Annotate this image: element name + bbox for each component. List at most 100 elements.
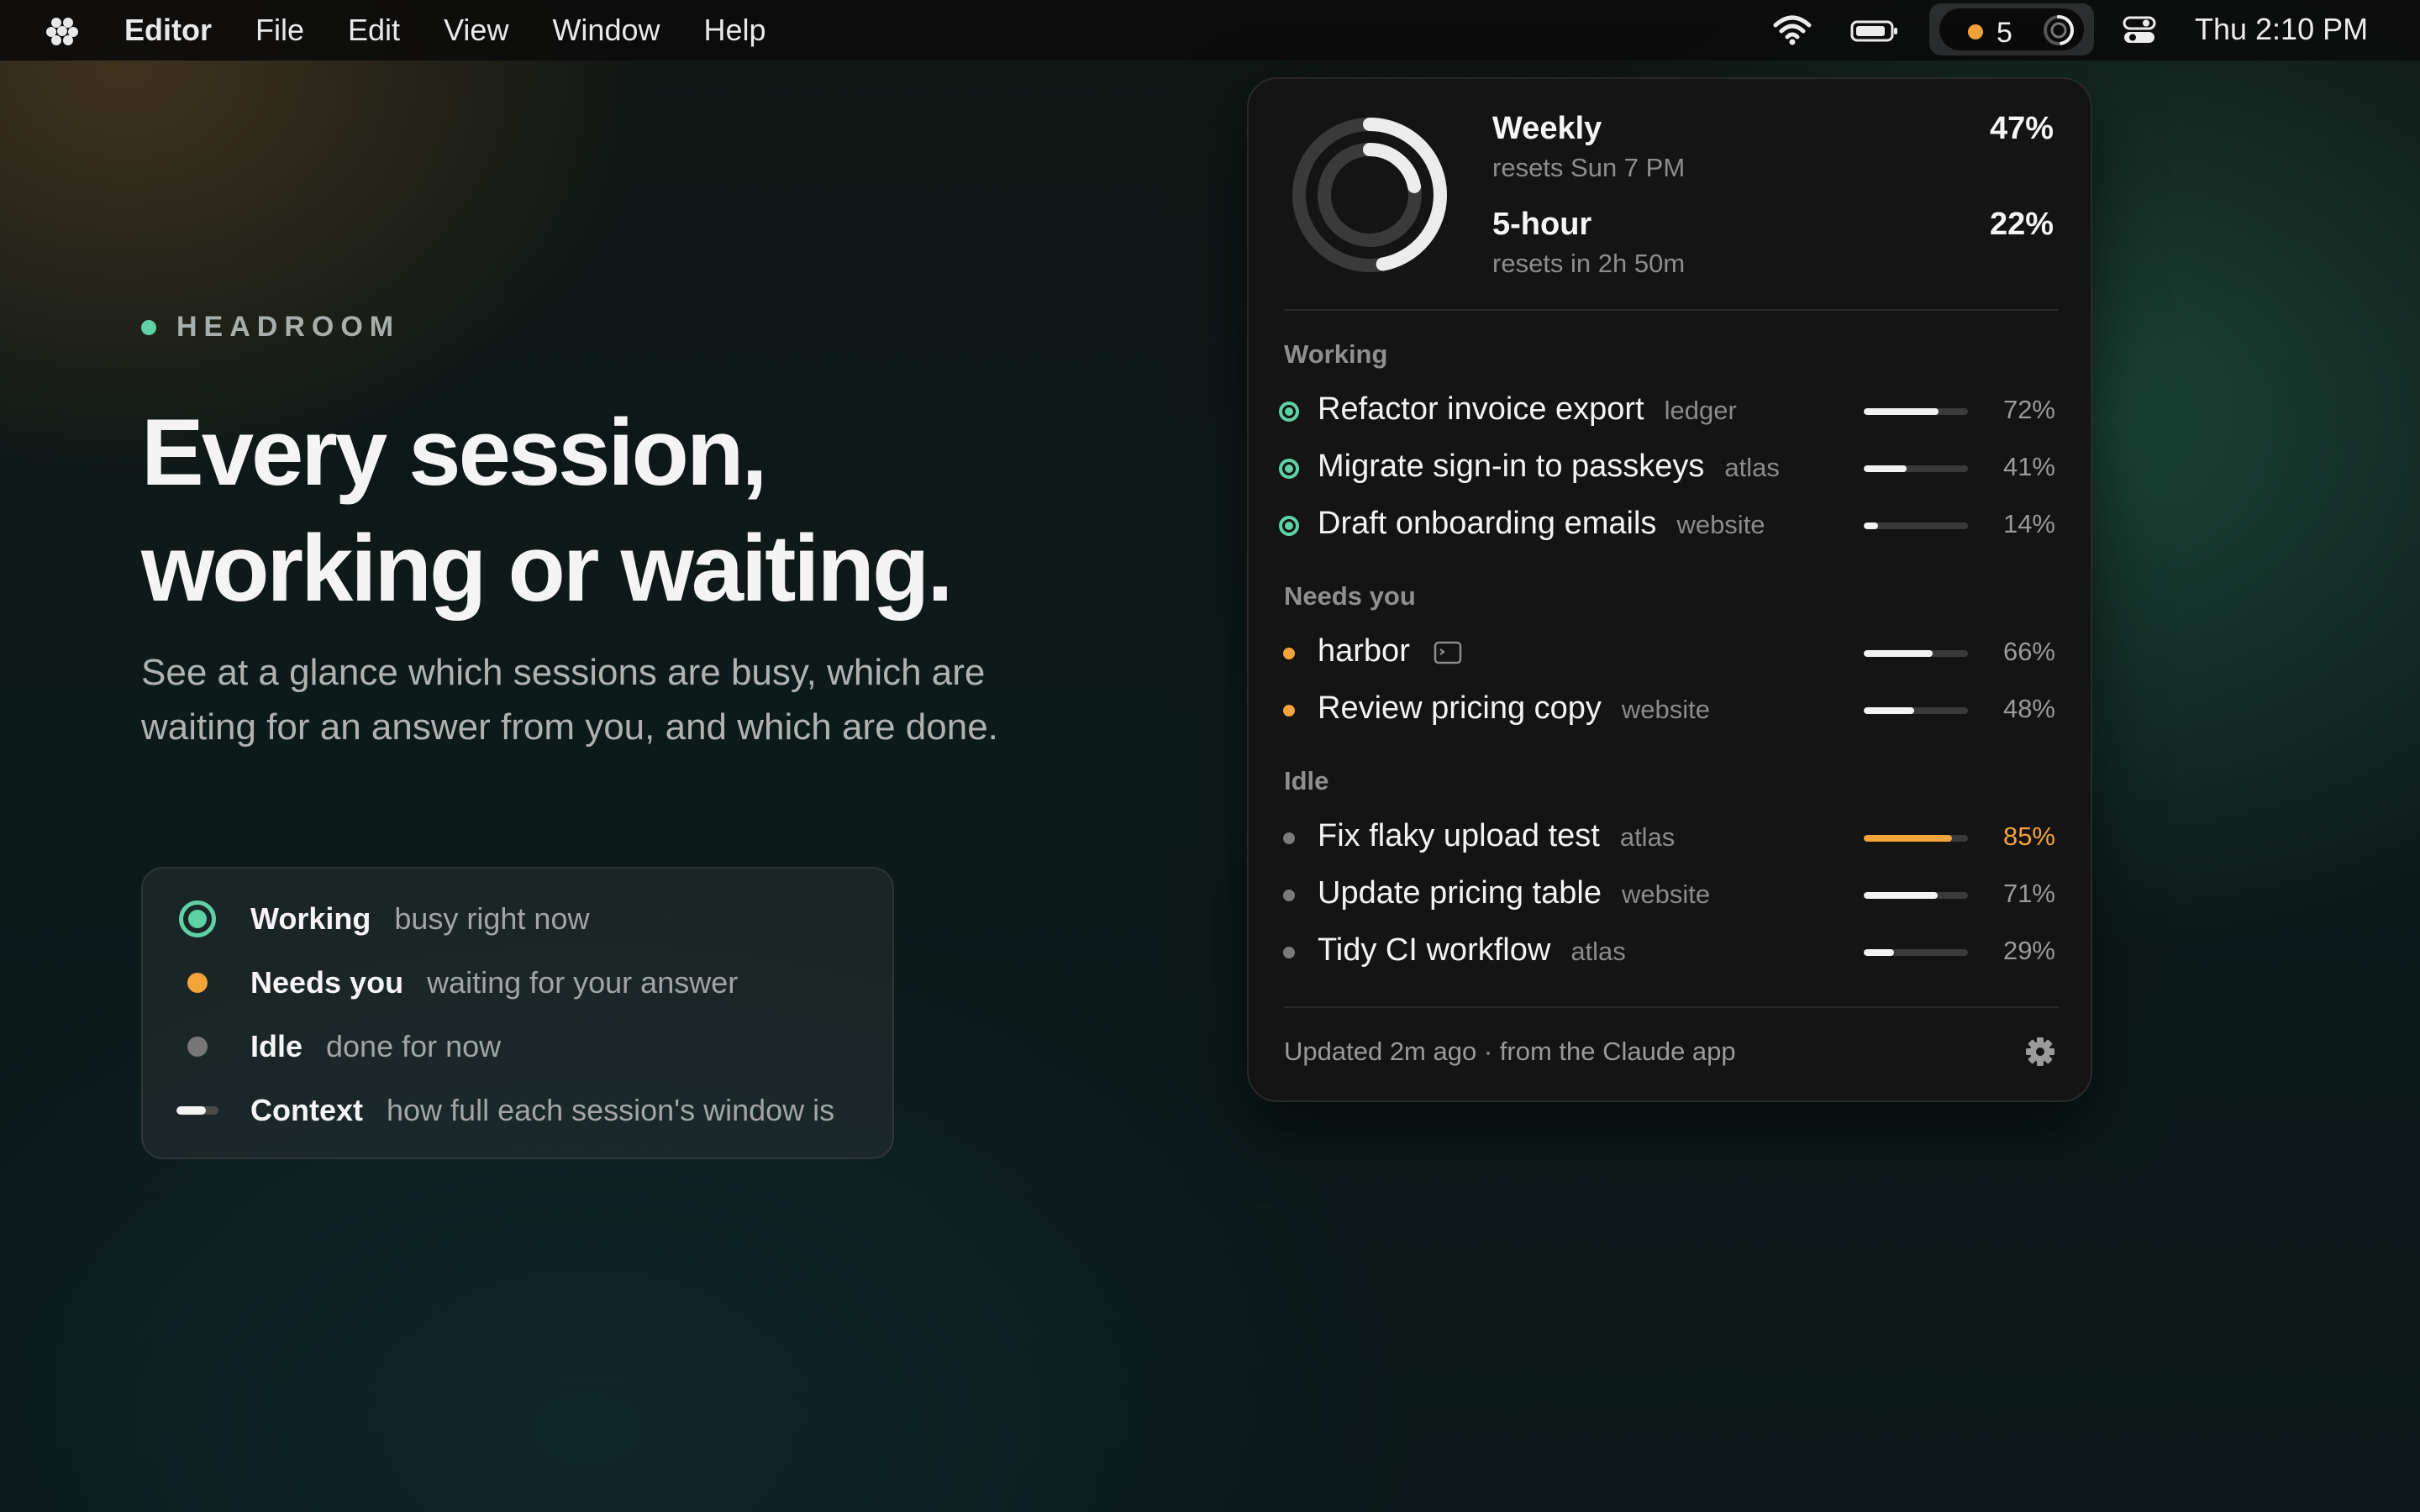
- section-title-needs: Needs you: [1284, 581, 1416, 611]
- eyebrow: HEADROOM: [141, 311, 400, 344]
- working-ring-icon: [1274, 511, 1304, 541]
- session-row[interactable]: Update pricing table website 71%: [1274, 869, 2064, 919]
- needs-you-dot-icon: [1274, 696, 1304, 726]
- session-row[interactable]: Draft onboarding emails website 14%: [1274, 499, 2064, 549]
- eyebrow-label: HEADROOM: [176, 311, 401, 343]
- menu-help[interactable]: Help: [704, 13, 766, 48]
- section-title-idle: Idle: [1284, 766, 1329, 795]
- context-bar-fill: [1864, 522, 1879, 529]
- context-bar: [1864, 707, 1968, 714]
- session-row[interactable]: Fix flaky upload test atlas 85%: [1274, 811, 2064, 862]
- session-title-group: Migrate sign-in to passkeys atlas: [1318, 449, 1780, 485]
- menu-edit[interactable]: Edit: [348, 13, 400, 48]
- needs-you-dot-icon: [1968, 24, 1983, 39]
- app-logo-icon[interactable]: [45, 15, 79, 45]
- session-project-tag: website: [1676, 510, 1765, 539]
- idle-dot-icon: [1274, 823, 1304, 853]
- legend-row-idle: Idle done for now: [176, 1021, 501, 1072]
- needs-you-dot-icon: [1274, 638, 1304, 669]
- session-title: Refactor invoice export: [1318, 391, 1644, 427]
- footer-updated: Updated 2m ago · from the Claude app: [1284, 1037, 1736, 1066]
- headroom-status-item[interactable]: 5: [1929, 3, 2094, 55]
- gear-icon[interactable]: [2023, 1035, 2057, 1068]
- session-row[interactable]: Refactor invoice export ledger 72%: [1274, 385, 2064, 435]
- headline: Every session, working or waiting.: [141, 395, 1150, 627]
- context-percent: 48%: [2002, 694, 2055, 723]
- menu-window[interactable]: Window: [552, 13, 660, 48]
- session-row[interactable]: Review pricing copy website 48%: [1274, 684, 2064, 734]
- session-title-group: Review pricing copy website: [1318, 690, 1710, 727]
- context-percent: 85%: [2002, 822, 2055, 851]
- control-center-icon[interactable]: [2123, 15, 2156, 45]
- legend-desc: how full each session's window is: [387, 1093, 835, 1127]
- legend-key: Context: [250, 1093, 363, 1127]
- headline-line-2: working or waiting.: [141, 516, 953, 621]
- menu-app-name[interactable]: Editor: [124, 13, 212, 48]
- usage-popover: Weekly resets Sun 7 PM 47% 5-hour resets…: [1247, 77, 2092, 1102]
- context-percent: 14%: [2002, 509, 2055, 538]
- context-percent: 72%: [2002, 395, 2055, 424]
- context-bar: [1864, 949, 1968, 956]
- session-row[interactable]: Migrate sign-in to passkeys atlas 41%: [1274, 442, 2064, 492]
- menu-view[interactable]: View: [444, 13, 508, 48]
- working-ring-icon: [176, 900, 218, 937]
- headline-line-1: Every session,: [141, 400, 767, 505]
- menu-items: Editor File Edit View Window Help: [124, 0, 810, 60]
- status-count: 5: [1996, 17, 2012, 49]
- context-percent: 66%: [2002, 637, 2055, 666]
- idle-dot-icon: [176, 1037, 218, 1057]
- session-title: Review pricing copy: [1318, 690, 1602, 726]
- context-percent: 71%: [2002, 879, 2055, 908]
- limit-5hour-reset: resets in 2h 50m: [1492, 249, 1686, 278]
- limit-weekly-name: Weekly: [1492, 111, 1602, 146]
- legend-desc: busy right now: [394, 901, 590, 936]
- session-project-tag: website: [1621, 695, 1711, 724]
- menu-file[interactable]: File: [255, 13, 304, 48]
- limit-weekly-pct: 47%: [1989, 111, 2054, 146]
- session-project-tag: atlas: [1724, 453, 1780, 482]
- divider: [1284, 1006, 2059, 1008]
- menu-clock[interactable]: Thu 2:10 PM: [2195, 12, 2368, 47]
- battery-icon[interactable]: [1850, 20, 1899, 42]
- status-item-inner: 5: [1939, 8, 2084, 50]
- context-bar: [1864, 408, 1968, 415]
- context-bar-fill: [1864, 650, 1933, 657]
- idle-dot-icon: [1274, 937, 1304, 968]
- wifi-icon[interactable]: [1773, 13, 1812, 47]
- context-percent: 29%: [2002, 936, 2055, 965]
- menu-bar: Editor File Edit View Window Help 5 Thu …: [0, 0, 2420, 60]
- idle-dot-icon: [1274, 880, 1304, 911]
- legend-key: Idle: [250, 1029, 303, 1063]
- session-project-tag: atlas: [1619, 822, 1676, 852]
- session-title-group: Refactor invoice export ledger: [1318, 391, 1737, 428]
- usage-ring-icon: [2044, 15, 2074, 45]
- context-bar-fill: [1864, 835, 1953, 842]
- status-legend: Working busy right now Needs you waiting…: [141, 867, 894, 1159]
- legend-row-context: Context how full each session's window i…: [176, 1085, 834, 1136]
- legend-key: Needs you: [250, 965, 404, 1000]
- terminal-icon: [1434, 641, 1462, 664]
- session-project-tag: website: [1622, 879, 1711, 909]
- working-ring-icon: [1274, 396, 1304, 427]
- needs-you-dot-icon: [176, 973, 218, 993]
- session-row[interactable]: Tidy CI workflow atlas 29%: [1274, 926, 2064, 976]
- session-title: Migrate sign-in to passkeys: [1318, 449, 1705, 484]
- limit-5hour-pct: 22%: [1989, 207, 2054, 242]
- context-bar: [1864, 835, 1968, 842]
- session-row[interactable]: harbor 66%: [1274, 627, 2064, 677]
- legend-desc: done for now: [326, 1029, 502, 1063]
- session-title: Update pricing table: [1318, 875, 1602, 911]
- legend-key: Working: [250, 901, 371, 936]
- session-title-group: harbor: [1318, 633, 1462, 669]
- context-bar-fill: [1864, 408, 1939, 415]
- session-title-group: Fix flaky upload test atlas: [1318, 818, 1675, 854]
- context-bar-fill: [1864, 949, 1894, 956]
- eyebrow-dot-icon: [141, 319, 156, 335]
- subheadline: See at a glance which sessions are busy,…: [141, 652, 998, 748]
- legend-desc: waiting for your answer: [427, 965, 739, 1000]
- working-ring-icon: [1274, 454, 1304, 484]
- usage-ring-gauge: [1292, 118, 1447, 272]
- session-title: harbor: [1318, 633, 1410, 669]
- context-bar: [1864, 892, 1968, 899]
- legend-row-working: Working busy right now: [176, 894, 589, 944]
